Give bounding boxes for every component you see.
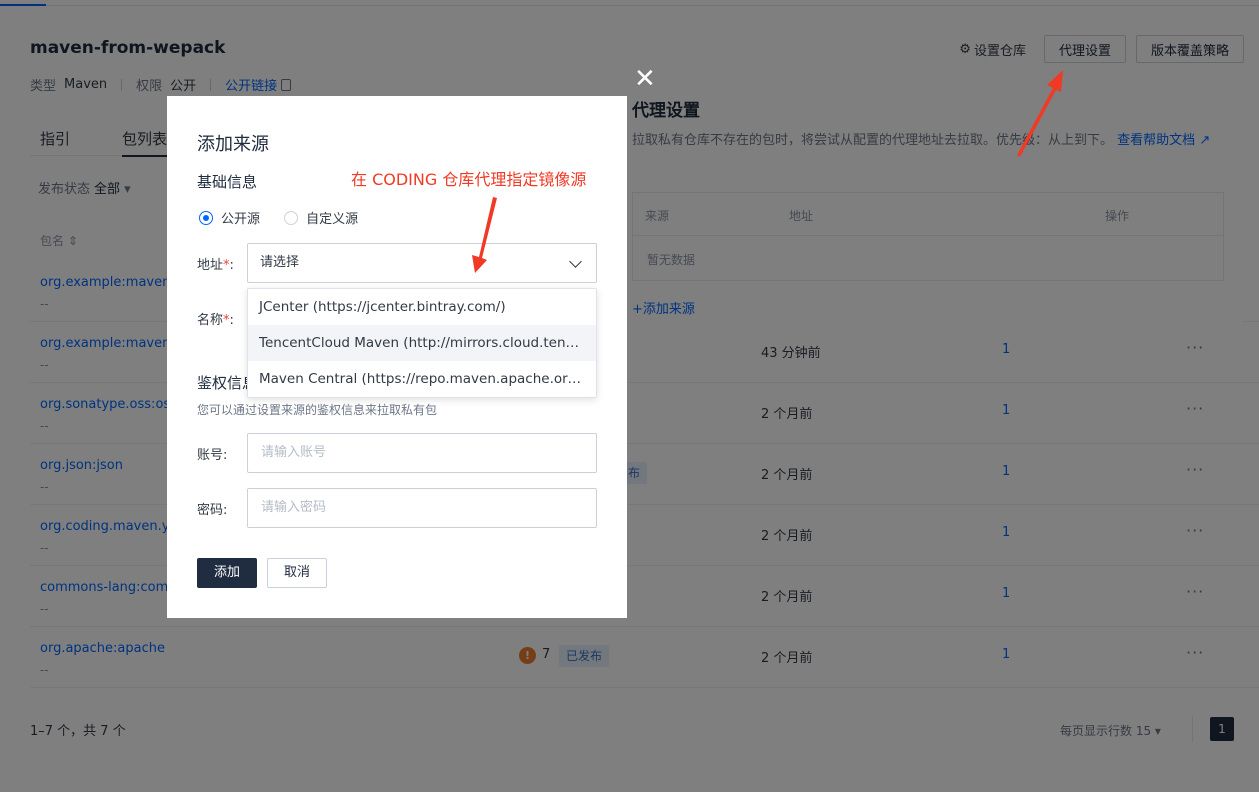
address-dropdown: JCenter (https://jcenter.bintray.com/) T… [247,288,597,398]
cancel-button[interactable]: 取消 [267,558,327,588]
select-value: 请选择 [260,255,300,270]
add-button[interactable]: 添加 [197,558,257,588]
auth-description: 您可以通过设置来源的鉴权信息来拉取私有包 [197,403,438,417]
radio-custom[interactable]: 自定义源 [284,211,358,227]
radio-public[interactable]: 公开源 [199,211,260,227]
basic-section-title: 基础信息 [197,173,258,191]
password-input[interactable]: 请输入密码 [247,488,597,528]
option-tencentcloud[interactable]: TencentCloud Maven (http://mirrors.cloud… [248,325,596,361]
name-label: 名称*: [197,313,234,328]
account-input[interactable]: 请输入账号 [247,433,597,473]
auth-section-title: 鉴权信息 [197,374,247,392]
option-jcenter[interactable]: JCenter (https://jcenter.bintray.com/) [248,289,596,325]
modal-title: 添加来源 [197,134,269,155]
address-label: 地址*: [197,258,234,273]
option-maven-central[interactable]: Maven Central (https://repo.maven.apache… [248,361,596,397]
address-select[interactable]: 请选择 [247,243,597,283]
source-type-radios: 公开源 自定义源 [199,208,358,227]
radio-checked-icon [199,211,213,225]
chevron-down-icon [569,255,582,268]
radio-unchecked-icon [284,211,299,225]
annotation-note: 在 CODING 仓库代理指定镜像源 [351,170,587,189]
close-icon[interactable]: ✕ [634,64,656,94]
account-label: 账号: [197,448,228,463]
password-label: 密码: [197,503,228,518]
